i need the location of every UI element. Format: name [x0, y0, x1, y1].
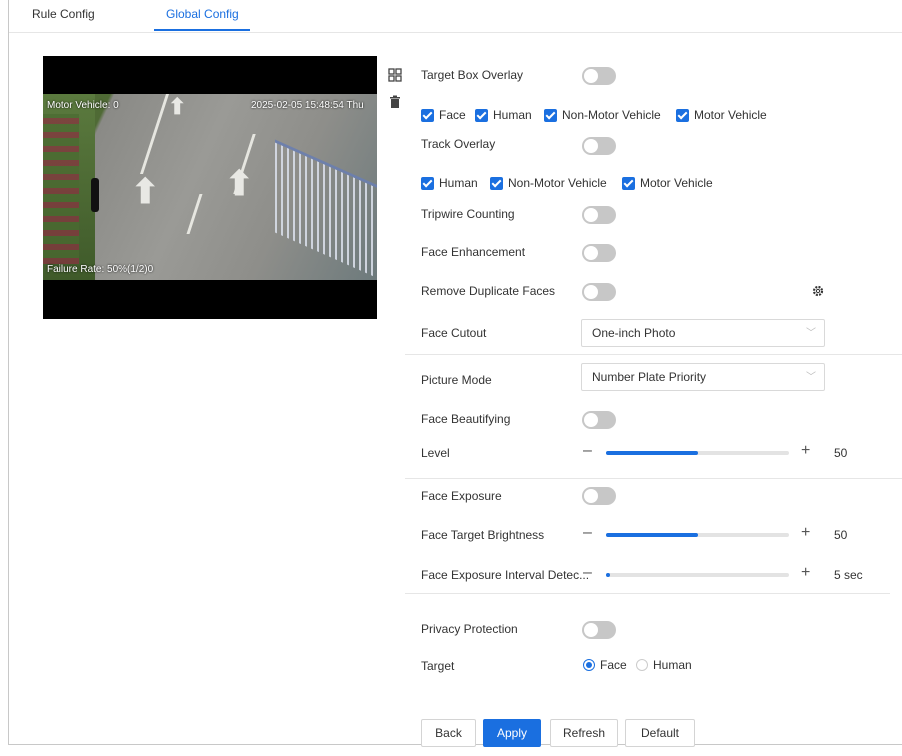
radio-indicator	[583, 659, 595, 671]
face-exposure-toggle[interactable]	[582, 487, 616, 505]
back-button[interactable]: Back	[421, 719, 476, 747]
brightness-decrease-button[interactable]: –	[583, 524, 592, 542]
track-non-motor-checkbox[interactable]: Non-Motor Vehicle	[490, 176, 607, 190]
tripwire-counting-label: Tripwire Counting	[421, 207, 515, 221]
trash-icon[interactable]	[388, 95, 402, 109]
divider	[405, 593, 890, 594]
remove-duplicate-faces-toggle[interactable]	[582, 283, 616, 301]
target-face-radio[interactable]: Face	[583, 658, 627, 672]
target-human-radio[interactable]: Human	[636, 658, 692, 672]
checkbox-check-icon	[475, 108, 488, 122]
face-exposure-interval-slider[interactable]	[606, 573, 789, 577]
radio-indicator	[636, 659, 648, 671]
osd-failure-rate: Failure Rate: 50%(1/2)0	[47, 264, 154, 275]
fullscreen-grid-icon[interactable]	[388, 68, 402, 82]
face-enhancement-label: Face Enhancement	[421, 245, 526, 259]
target-box-human-checkbox[interactable]: Human	[475, 108, 532, 122]
track-overlay-label: Track Overlay	[421, 137, 496, 151]
tab-global-config[interactable]: Global Config	[166, 7, 239, 21]
osd-vehicle-count: Motor Vehicle: 0	[47, 100, 119, 111]
lane-marking	[186, 194, 203, 234]
face-beautifying-label: Face Beautifying	[421, 412, 511, 426]
flower-bed	[43, 114, 79, 264]
target-box-overlay-toggle[interactable]	[582, 67, 616, 85]
checkbox-check-icon	[622, 176, 635, 190]
brightness-slider-fill	[606, 533, 698, 537]
osd-timestamp: 2025-02-05 15:48:54 Thu	[251, 100, 364, 111]
active-tab-indicator	[154, 29, 250, 31]
picture-mode-label: Picture Mode	[421, 373, 492, 387]
privacy-protection-label: Privacy Protection	[421, 622, 518, 636]
apply-button[interactable]: Apply	[483, 719, 541, 747]
chevron-down-icon: ﹀	[806, 328, 816, 339]
level-increase-button[interactable]: +	[801, 442, 810, 460]
face-exposure-interval-value: 5 sec	[834, 568, 863, 582]
tab-rule-config[interactable]: Rule Config	[32, 7, 95, 21]
road-arrow: ⬆	[225, 165, 254, 203]
face-target-brightness-value: 50	[834, 528, 848, 542]
face-target-brightness-slider[interactable]	[606, 533, 789, 537]
road-arrow: ⬆	[168, 94, 187, 119]
track-overlay-toggle[interactable]	[582, 137, 616, 155]
level-slider-fill	[606, 451, 698, 455]
checkbox-label: Non-Motor Vehicle	[562, 108, 661, 122]
lane-marking	[140, 94, 169, 174]
face-exposure-label: Face Exposure	[421, 489, 502, 503]
default-button[interactable]: Default	[625, 719, 695, 747]
face-target-brightness-label: Face Target Brightness	[421, 528, 545, 542]
track-human-checkbox[interactable]: Human	[421, 176, 478, 190]
video-preview[interactable]: ⬆ ⬆ ⬆ Motor Vehicle: 0 2025-02-05 15:48:…	[43, 56, 377, 319]
face-cutout-select[interactable]: One-inch Photo ﹀	[581, 319, 825, 347]
face-enhancement-toggle[interactable]	[582, 244, 616, 262]
checkbox-check-icon	[421, 176, 434, 190]
checkbox-label: Motor Vehicle	[694, 108, 767, 122]
checkbox-label: Human	[439, 176, 478, 190]
checkbox-check-icon	[490, 176, 503, 190]
roadside-fence	[275, 139, 377, 282]
video-scene: ⬆ ⬆ ⬆	[43, 94, 377, 282]
face-exposure-interval-label: Face Exposure Interval Detec...	[421, 568, 590, 582]
tripwire-counting-toggle[interactable]	[582, 206, 616, 224]
tab-bar: Rule Config Global Config	[9, 0, 902, 33]
road-arrow: ⬆	[131, 173, 160, 211]
radio-label: Face	[600, 658, 627, 672]
level-slider[interactable]	[606, 451, 789, 455]
interval-increase-button[interactable]: +	[801, 564, 810, 582]
select-value: One-inch Photo	[592, 326, 676, 340]
remove-duplicate-faces-label: Remove Duplicate Faces	[421, 284, 556, 298]
radio-label: Human	[653, 658, 692, 672]
checkbox-check-icon	[421, 108, 434, 122]
pedestrian	[91, 178, 99, 212]
interval-decrease-button[interactable]: –	[583, 564, 592, 582]
chevron-down-icon: ﹀	[806, 372, 816, 383]
interval-slider-fill	[606, 573, 610, 577]
face-beautifying-toggle[interactable]	[582, 411, 616, 429]
target-box-overlay-label: Target Box Overlay	[421, 68, 524, 82]
checkbox-label: Face	[439, 108, 466, 122]
checkbox-label: Human	[493, 108, 532, 122]
checkbox-check-icon	[544, 108, 557, 122]
checkbox-label: Motor Vehicle	[640, 176, 713, 190]
brightness-increase-button[interactable]: +	[801, 524, 810, 542]
checkbox-check-icon	[676, 108, 689, 122]
level-value: 50	[834, 446, 848, 460]
target-label: Target	[421, 659, 455, 673]
level-decrease-button[interactable]: –	[583, 442, 592, 460]
face-cutout-label: Face Cutout	[421, 326, 487, 340]
privacy-protection-toggle[interactable]	[582, 621, 616, 639]
track-motor-checkbox[interactable]: Motor Vehicle	[622, 176, 713, 190]
refresh-button[interactable]: Refresh	[550, 719, 618, 747]
picture-mode-select[interactable]: Number Plate Priority ﹀	[581, 363, 825, 391]
divider	[405, 478, 902, 479]
select-value: Number Plate Priority	[592, 370, 707, 384]
level-label: Level	[421, 446, 450, 460]
target-box-non-motor-checkbox[interactable]: Non-Motor Vehicle	[544, 108, 661, 122]
target-box-motor-checkbox[interactable]: Motor Vehicle	[676, 108, 767, 122]
divider	[405, 354, 902, 355]
target-box-face-checkbox[interactable]: Face	[421, 108, 466, 122]
checkbox-label: Non-Motor Vehicle	[508, 176, 607, 190]
gear-icon[interactable]	[812, 285, 824, 297]
